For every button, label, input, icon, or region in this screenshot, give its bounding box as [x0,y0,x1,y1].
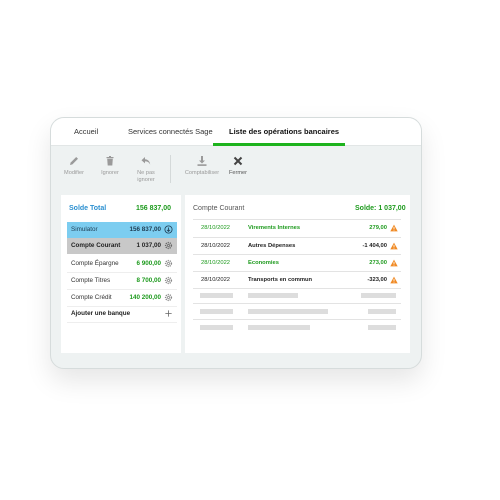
account-value: 8 700,00 [136,277,161,284]
operation-amount: 279,00 [369,225,387,231]
divider [193,303,401,304]
operation-date: 28/10/2022 [201,243,231,249]
operation-label: Transports en commun [248,277,313,283]
solde-total-value: 156 837,00 [136,205,172,212]
account-name: Compte Courant [71,242,121,249]
account-compte-titres[interactable]: Compte Titres 8 700,00 [67,273,177,289]
gear-icon[interactable] [164,276,173,285]
divider [193,288,401,289]
warning-icon[interactable] [390,242,398,250]
gear-icon[interactable] [164,241,173,250]
active-tab-indicator [213,143,345,146]
add-bank-button[interactable]: Ajouter une banque [67,306,177,322]
placeholder-bar [368,325,396,330]
placeholder-bar [368,309,396,314]
comptabiliser-label: Comptabiliser [184,170,220,176]
pencil-icon [70,157,78,165]
placeholder-bar [200,293,233,298]
close-icon [233,156,243,166]
arrow-circle-icon[interactable] [164,225,173,234]
account-compte-courant[interactable]: Compte Courant 1 037,00 [67,238,177,254]
account-value: 6 900,00 [136,260,161,267]
account-value: 156 837,00 [129,226,161,233]
warning-icon[interactable] [390,276,398,284]
account-name: Compte Crédit [71,294,112,301]
comptabiliser-button[interactable]: Comptabiliser [184,155,220,177]
operation-label: Virements Internes [248,225,301,231]
account-solde: Solde: 1 037,00 [355,205,406,212]
solde-total-label: Solde Total [69,205,107,212]
operation-date: 28/10/2022 [201,260,231,266]
tab-services-connectes[interactable]: Services connectés Sage [128,127,213,136]
account-compte-epargne[interactable]: Compte Épargne 6 900,00 [67,256,177,272]
ignorer-button[interactable]: Ignorer [92,155,128,177]
modifier-button[interactable]: Modifier [56,155,92,177]
gear-icon[interactable] [164,259,173,268]
tab-bar: Accueil Services connectés Sage Liste de… [51,118,421,146]
placeholder-bar [361,293,396,298]
tab-liste-operations[interactable]: Liste des opérations bancaires [229,127,339,136]
divider [193,319,401,320]
account-name: Compte Épargne [71,260,119,267]
account-value: 140 200,00 [129,294,161,301]
fermer-button[interactable]: Fermer [220,155,256,177]
operation-label: Autres Dépenses [248,243,296,249]
placeholder-bar [248,309,328,314]
fermer-label: Fermer [228,170,248,176]
ne-pas-ignorer-button[interactable]: Ne pas ignorer [128,155,164,183]
operation-date: 28/10/2022 [201,225,231,231]
account-compte-credit[interactable]: Compte Crédit 140 200,00 [67,290,177,306]
operation-row[interactable]: 28/10/2022 Autres Dépenses -1 404,00 [193,238,401,255]
operation-amount: -323,00 [367,277,387,283]
operation-amount: -1 404,00 [362,243,388,249]
add-bank-label: Ajouter une banque [71,310,131,317]
placeholder-bar [248,293,298,298]
placeholder-bar [248,325,310,330]
placeholder-bar [200,325,233,330]
gear-icon[interactable] [164,293,173,302]
operation-date: 28/10/2022 [201,277,231,283]
ne-pas-ignorer-label: Ne pas ignorer [137,170,155,183]
undo-icon [141,157,151,165]
tab-accueil[interactable]: Accueil [74,127,98,136]
plus-icon [165,310,172,317]
ignorer-label: Ignorer [101,170,119,176]
operation-row[interactable]: 28/10/2022 Transports en commun -323,00 [193,272,401,289]
modifier-label: Modifier [64,170,84,176]
warning-icon[interactable] [390,224,398,232]
operation-row[interactable]: 28/10/2022 Virements Internes 279,00 [193,220,401,237]
operation-amount: 273,00 [369,260,387,266]
operation-label: Economies [248,260,279,266]
operation-row[interactable]: 28/10/2022 Economies 273,00 [193,255,401,272]
trash-icon [106,156,114,166]
account-name: Compte Titres [71,277,111,284]
selected-account-label: Compte Courant [193,205,245,212]
account-simulator[interactable]: Simulator 156 837,00 [67,222,177,238]
account-name: Simulator [71,226,98,233]
account-value: 1 037,00 [136,242,161,249]
toolbar-separator [170,155,171,183]
divider [67,322,177,323]
warning-icon[interactable] [390,259,398,267]
placeholder-bar [200,309,233,314]
download-icon [197,156,207,166]
